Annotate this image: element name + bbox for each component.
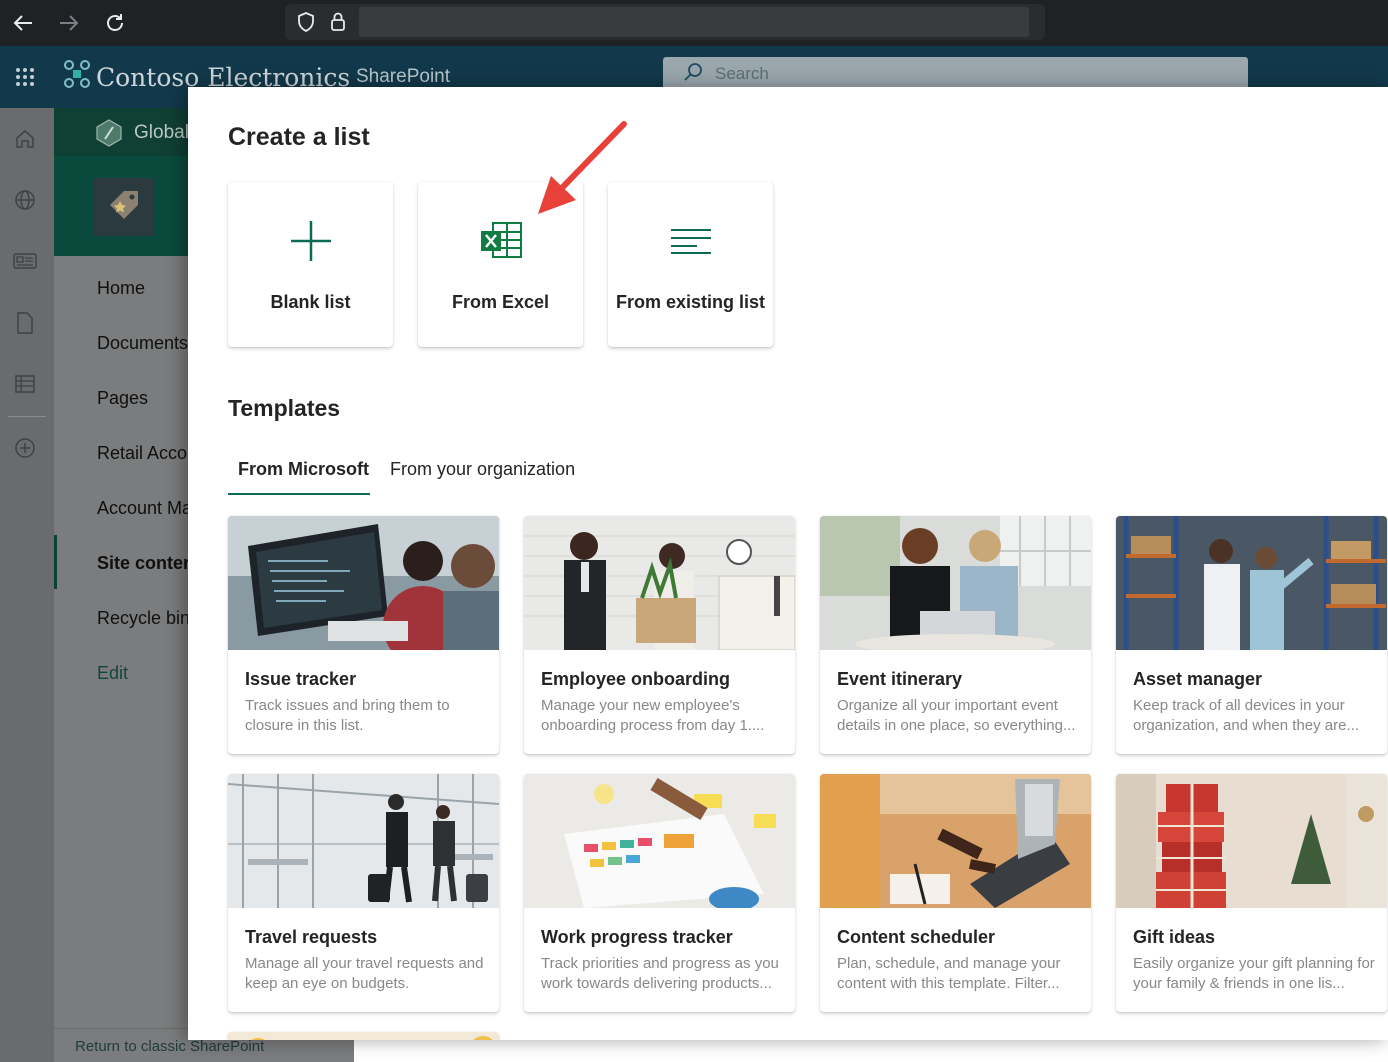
forward-arrow-icon[interactable] bbox=[46, 0, 92, 46]
template-title: Gift ideas bbox=[1133, 927, 1216, 947]
create-list-panel: Create a list Blank list From Excel From… bbox=[188, 87, 1388, 1040]
plus-icon bbox=[228, 218, 393, 264]
star-tag-icon bbox=[104, 187, 144, 228]
lists-icon[interactable] bbox=[12, 371, 38, 397]
nav-item-account-management[interactable]: Account Ma bbox=[97, 498, 192, 519]
nav-item-documents[interactable]: Documents bbox=[97, 333, 188, 354]
asset-manager-photo bbox=[1116, 516, 1387, 650]
template-card-partial[interactable] bbox=[228, 1032, 499, 1040]
nav-item-home[interactable]: Home bbox=[97, 278, 145, 299]
search-icon bbox=[683, 62, 703, 87]
return-to-classic-link[interactable]: Return to classic SharePoint bbox=[75, 1038, 264, 1055]
nav-item-retail-accounts[interactable]: Retail Accou bbox=[97, 443, 197, 464]
template-title: Work progress tracker bbox=[541, 927, 733, 947]
event-itinerary-photo bbox=[820, 516, 1091, 650]
gift-ideas-photo bbox=[1116, 774, 1387, 908]
template-card-work-progress-tracker[interactable]: Work progress tracker Track priorities a… bbox=[524, 774, 795, 1012]
template-description: Manage your new employee's onboarding pr… bbox=[541, 697, 765, 734]
address-bar[interactable] bbox=[285, 4, 1045, 40]
template-card-issue-tracker[interactable]: Issue tracker Track issues and bring the… bbox=[228, 516, 499, 754]
nav-item-site-contents[interactable]: Site conten bbox=[97, 553, 194, 574]
template-description: Easily organize your gift planning for y… bbox=[1133, 955, 1375, 992]
template-description: Track issues and bring them to closure i… bbox=[245, 697, 450, 734]
blank-list-card[interactable]: Blank list bbox=[228, 182, 393, 347]
file-icon[interactable] bbox=[12, 310, 38, 336]
back-arrow-icon[interactable] bbox=[0, 0, 46, 46]
template-description: Manage all your travel requests and keep… bbox=[245, 955, 484, 992]
home-icon[interactable] bbox=[12, 126, 38, 152]
work-progress-tracker-photo bbox=[524, 774, 795, 908]
template-description: Track priorities and progress as you wor… bbox=[541, 955, 779, 992]
template-title: Employee onboarding bbox=[541, 669, 731, 689]
lock-icon[interactable] bbox=[327, 11, 349, 33]
search-input[interactable]: Search bbox=[663, 57, 1248, 91]
templates-heading: Templates bbox=[228, 395, 341, 421]
url-text-redacted bbox=[359, 7, 1029, 37]
template-card-event-itinerary[interactable]: Event itinerary Organize all your import… bbox=[820, 516, 1091, 754]
nav-edit-link[interactable]: Edit bbox=[97, 663, 128, 684]
partial-template-photo bbox=[228, 1032, 499, 1040]
app-rail bbox=[0, 108, 54, 1062]
hub-logo-icon[interactable] bbox=[94, 118, 124, 148]
create-plus-icon[interactable] bbox=[12, 435, 38, 461]
template-title: Travel requests bbox=[245, 927, 378, 947]
template-card-travel-requests[interactable]: Travel requests Manage all your travel r… bbox=[228, 774, 499, 1012]
employee-onboarding-photo bbox=[524, 516, 795, 650]
active-tab-indicator bbox=[228, 493, 370, 495]
from-existing-list-label: From existing list bbox=[615, 292, 766, 312]
tab-from-microsoft[interactable]: From Microsoft bbox=[238, 459, 369, 480]
list-lines-icon bbox=[608, 218, 773, 264]
site-navigation: Home Documents Pages Retail Accou Accoun… bbox=[54, 256, 197, 1062]
template-card-content-scheduler[interactable]: Content scheduler Plan, schedule, and ma… bbox=[820, 774, 1091, 1012]
template-card-employee-onboarding[interactable]: Employee onboarding Manage your new empl… bbox=[524, 516, 795, 754]
from-excel-card[interactable]: From Excel bbox=[418, 182, 583, 347]
app-name[interactable]: SharePoint bbox=[356, 66, 450, 88]
template-title: Content scheduler bbox=[837, 927, 996, 947]
search-placeholder: Search bbox=[715, 64, 769, 83]
tab-from-your-organization[interactable]: From your organization bbox=[390, 459, 575, 480]
browser-toolbar bbox=[0, 0, 1388, 46]
template-title: Issue tracker bbox=[245, 669, 357, 689]
template-title: Event itinerary bbox=[837, 669, 963, 689]
template-title: Asset manager bbox=[1133, 669, 1263, 689]
globe-icon[interactable] bbox=[12, 187, 38, 213]
template-description: Plan, schedule, and manage your content … bbox=[837, 955, 1061, 992]
template-card-asset-manager[interactable]: Asset manager Keep track of all devices … bbox=[1116, 516, 1387, 754]
shield-icon[interactable] bbox=[295, 11, 317, 33]
nav-item-pages[interactable]: Pages bbox=[97, 388, 148, 409]
reload-icon[interactable] bbox=[92, 0, 138, 46]
blank-list-label: Blank list bbox=[270, 292, 351, 312]
template-card-gift-ideas[interactable]: Gift ideas Easily organize your gift pla… bbox=[1116, 774, 1387, 1012]
news-icon[interactable] bbox=[12, 248, 38, 274]
travel-requests-photo bbox=[228, 774, 499, 908]
content-scheduler-photo bbox=[820, 774, 1091, 908]
nav-item-recycle-bin[interactable]: Recycle bin bbox=[97, 608, 190, 629]
template-description: Organize all your important event detail… bbox=[837, 697, 1076, 734]
panel-title: Create a list bbox=[228, 123, 370, 151]
from-existing-list-card[interactable]: From existing list bbox=[608, 182, 773, 347]
hub-name[interactable]: Global bbox=[134, 122, 189, 144]
issue-tracker-photo bbox=[228, 516, 499, 650]
excel-icon bbox=[418, 218, 583, 264]
rail-divider bbox=[8, 416, 46, 417]
nav-selection-indicator bbox=[54, 535, 57, 589]
from-excel-label: From Excel bbox=[451, 292, 550, 312]
contoso-logo-icon bbox=[64, 60, 90, 94]
site-header: Global bbox=[54, 108, 189, 256]
template-description: Keep track of all devices in your organi… bbox=[1133, 697, 1359, 734]
app-launcher-icon[interactable] bbox=[0, 46, 50, 108]
site-logo[interactable] bbox=[94, 178, 154, 236]
